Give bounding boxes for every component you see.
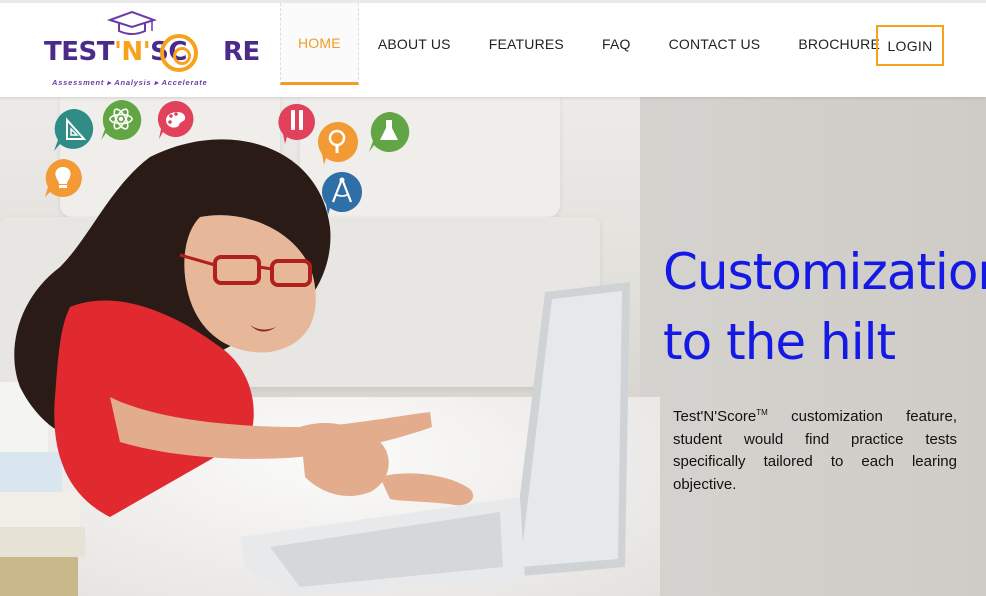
- compass-icon: [322, 172, 362, 215]
- magnifier-icon: [318, 122, 358, 165]
- nav-faq[interactable]: FAQ: [583, 3, 650, 85]
- hero-banner: Customization to the hilt Test'N'ScoreTM…: [0, 97, 986, 596]
- pencil-icon: [278, 103, 315, 144]
- palette-icon: [157, 100, 194, 139]
- graduation-cap-icon: [106, 11, 158, 35]
- logo-tagline: Assessment ▸ Analysis ▸ Accelerate: [52, 78, 208, 87]
- main-nav: HOME ABOUT US FEATURES FAQ CONTACT US BR…: [280, 3, 899, 97]
- nav-about-us[interactable]: ABOUT US: [359, 3, 470, 85]
- flask-icon: [369, 111, 410, 152]
- atom-icon: [101, 99, 142, 140]
- logo-word-re: RE: [222, 37, 260, 67]
- logo-word-n: 'N': [113, 37, 151, 67]
- ruler-triangle-icon: [54, 108, 94, 151]
- target-icon: [160, 34, 198, 72]
- lightbulb-icon: [45, 159, 82, 197]
- hero-title-line1: Customization: [663, 243, 986, 301]
- hero-description: Test'N'ScoreTM customization feature, st…: [673, 402, 957, 496]
- nav-features[interactable]: FEATURES: [470, 3, 583, 85]
- logo-word-test: TEST: [44, 37, 114, 67]
- site-logo[interactable]: TEST'N'SC RE Assessment ▸ Analysis ▸ Acce…: [40, 9, 260, 93]
- hero-title: Customization to the hilt: [663, 237, 986, 377]
- nav-contact-us[interactable]: CONTACT US: [650, 3, 780, 85]
- hero-desc-brand: Test'N'Score: [673, 408, 757, 425]
- nav-home[interactable]: HOME: [280, 3, 359, 85]
- trademark-mark: TM: [756, 408, 768, 417]
- hero-title-line2: to the hilt: [663, 313, 896, 371]
- site-header: TEST'N'SC RE Assessment ▸ Analysis ▸ Acce…: [0, 0, 986, 97]
- login-button[interactable]: LOGIN: [876, 25, 944, 66]
